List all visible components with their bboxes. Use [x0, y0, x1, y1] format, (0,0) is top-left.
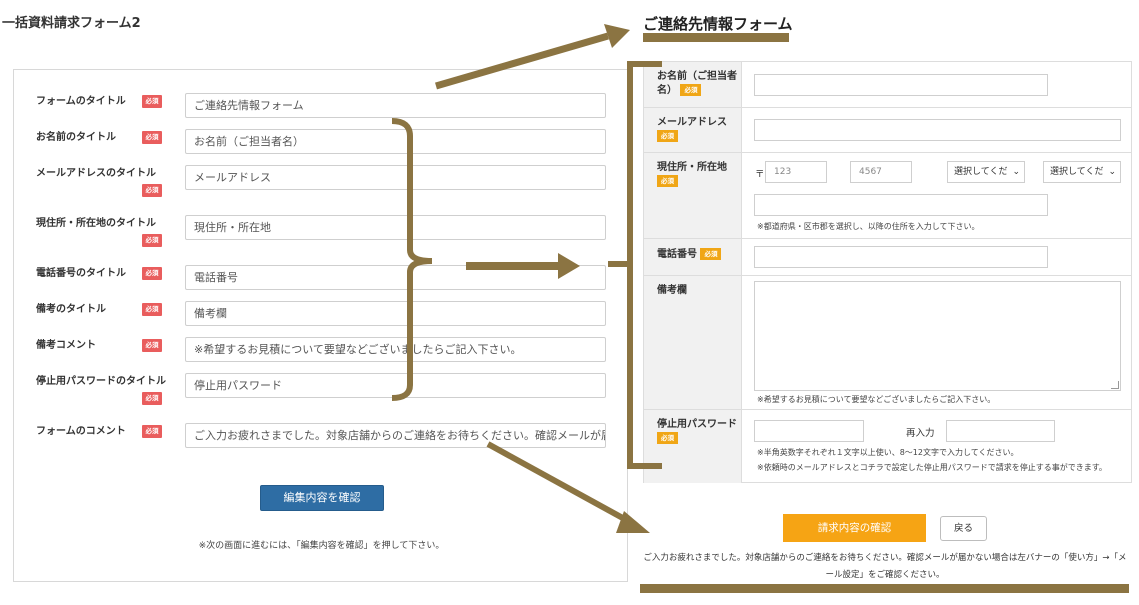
- back-button[interactable]: 戻る: [940, 516, 987, 541]
- preview-row-password: 停止用パスワード 必須 再入力 ※半角英数字それぞれ１文字以上使い、8〜12文字…: [644, 410, 1131, 483]
- editor-label: 停止用パスワードのタイトル: [36, 376, 166, 387]
- email-input[interactable]: [754, 119, 1121, 141]
- remarks-comment-input[interactable]: ※希望するお見積について要望などございましたらご記入下さい。: [185, 337, 606, 362]
- required-badge: 必須: [142, 339, 162, 352]
- address-detail-input[interactable]: [754, 194, 1048, 216]
- postal-code-input-1[interactable]: 123: [765, 161, 827, 183]
- required-badge: 必須: [700, 248, 722, 260]
- title-underline-bar: [643, 33, 789, 42]
- preview-row-phone: 電話番号 必須: [644, 239, 1131, 276]
- editor-label: 備考のタイトル: [36, 304, 106, 315]
- prefecture-select[interactable]: 選択してくだ ⌄: [947, 161, 1025, 183]
- editor-label: お名前のタイトル: [36, 132, 116, 143]
- address-label: 現住所・所在地: [657, 162, 727, 173]
- preview-row-name: お名前（ご担当者名） 必須: [644, 62, 1131, 108]
- editor-label: 電話番号のタイトル: [36, 268, 126, 279]
- form-preview-panel: お名前（ご担当者名） 必須 メールアドレス 必須 現住所・所在地 必須 〒 12…: [643, 61, 1132, 483]
- editor-note: ※次の画面に進むには、「編集内容を確認」を押して下さい。: [198, 541, 445, 551]
- editor-label: フォームのタイトル: [36, 96, 126, 107]
- password-input[interactable]: [754, 420, 864, 442]
- reenter-label: 再入力: [906, 428, 935, 439]
- password-note-1: ※半角英数字それぞれ１文字以上使い、8〜12文字で入力してください。: [757, 448, 1019, 457]
- required-badge: 必須: [142, 267, 162, 280]
- postal-code-input-2[interactable]: 4567: [850, 161, 912, 183]
- editor-label: フォームのコメント: [36, 426, 126, 437]
- resize-handle-icon[interactable]: [1111, 381, 1119, 389]
- chevron-down-icon: ⌄: [1108, 167, 1116, 177]
- chevron-down-icon: ⌄: [1012, 167, 1020, 177]
- editor-row-form-title: フォームのタイトル 必須 ご連絡先情報フォーム: [14, 93, 629, 119]
- required-badge: 必須: [657, 130, 678, 142]
- completion-message: ご入力お疲れさまでした。対象店舗からのご連絡をお待ちください。確認メールが届かな…: [643, 553, 1127, 580]
- phone-title-input[interactable]: 電話番号: [185, 265, 606, 290]
- editor-label: 現住所・所在地のタイトル: [36, 218, 156, 229]
- remarks-label: 備考欄: [657, 285, 687, 296]
- required-badge: 必須: [142, 95, 162, 108]
- remarks-textarea[interactable]: [754, 281, 1121, 391]
- form-title-input[interactable]: ご連絡先情報フォーム: [185, 93, 606, 118]
- bottom-annotation-bar: [640, 584, 1129, 593]
- editor-row-name-title: お名前のタイトル 必須 お名前（ご担当者名）: [14, 129, 629, 155]
- editor-row-phone-title: 電話番号のタイトル 必須 電話番号: [14, 265, 629, 291]
- phone-label: 電話番号: [657, 249, 697, 260]
- preview-row-address: 現住所・所在地 必須 〒 123 4567 選択してくだ ⌄ 選択してくだ ⌄ …: [644, 153, 1131, 239]
- required-badge: 必須: [142, 234, 162, 247]
- editor-label: メールアドレスのタイトル: [36, 168, 156, 179]
- editor-row-remarks-comment: 備考コメント 必須 ※希望するお見積について要望などございましたらご記入下さい。: [14, 337, 629, 363]
- form-editor-panel: フォームのタイトル 必須 ご連絡先情報フォーム お名前のタイトル 必須 お名前（…: [13, 69, 628, 582]
- password-title-input[interactable]: 停止用パスワード: [185, 373, 606, 398]
- preview-row-remarks: 備考欄 ※希望するお見積について要望などございましたらご記入下さい。: [644, 276, 1131, 410]
- submit-confirm-button[interactable]: 請求内容の確認: [783, 514, 926, 542]
- arrowhead-title: [604, 24, 630, 48]
- required-badge: 必須: [657, 175, 678, 187]
- page-title: 一括資料請求フォーム2: [2, 16, 141, 31]
- address-title-input[interactable]: 現住所・所在地: [185, 215, 606, 240]
- required-badge: 必須: [680, 84, 702, 96]
- phone-input[interactable]: [754, 246, 1048, 268]
- editor-row-password-title: 停止用パスワードのタイトル 必須 停止用パスワード: [14, 373, 629, 413]
- required-badge: 必須: [657, 432, 678, 444]
- password-note-2: ※依頼時のメールアドレスとコチラで設定した停止用パスワードで請求を停止する事がで…: [757, 463, 1107, 472]
- editor-row-address-title: 現住所・所在地のタイトル 必須 現住所・所在地: [14, 215, 629, 255]
- required-badge: 必須: [142, 131, 162, 144]
- address-note: ※都道府県・区市郡を選択し、以降の住所を入力して下さい。: [757, 222, 980, 231]
- form-comment-input[interactable]: ご入力お疲れさまでした。対象店舗からのご連絡をお待ちください。確認メールが届か: [185, 423, 606, 448]
- required-badge: 必須: [142, 303, 162, 316]
- required-badge: 必須: [142, 425, 162, 438]
- remarks-title-input[interactable]: 備考欄: [185, 301, 606, 326]
- remarks-note: ※希望するお見積について要望などございましたらご記入下さい。: [757, 395, 996, 404]
- name-input[interactable]: [754, 74, 1048, 96]
- confirm-edit-button[interactable]: 編集内容を確認: [260, 485, 384, 511]
- preview-form-title: ご連絡先情報フォーム: [643, 15, 793, 33]
- name-title-input[interactable]: お名前（ご担当者名）: [185, 129, 606, 154]
- editor-row-email-title: メールアドレスのタイトル 必須 メールアドレス: [14, 165, 629, 205]
- editor-row-form-comment: フォームのコメント 必須 ご入力お疲れさまでした。対象店舗からのご連絡をお待ちく…: [14, 423, 629, 449]
- password-confirm-input[interactable]: [946, 420, 1055, 442]
- email-title-input[interactable]: メールアドレス: [185, 165, 606, 190]
- postal-mark: 〒: [755, 169, 765, 180]
- password-label: 停止用パスワード: [657, 419, 737, 430]
- editor-label: 備考コメント: [36, 340, 96, 351]
- city-select[interactable]: 選択してくだ ⌄: [1043, 161, 1121, 183]
- required-badge: 必須: [142, 184, 162, 197]
- preview-row-email: メールアドレス 必須: [644, 108, 1131, 153]
- email-label: メールアドレス: [657, 117, 727, 128]
- required-badge: 必須: [142, 392, 162, 405]
- editor-row-remarks-title: 備考のタイトル 必須 備考欄: [14, 301, 629, 327]
